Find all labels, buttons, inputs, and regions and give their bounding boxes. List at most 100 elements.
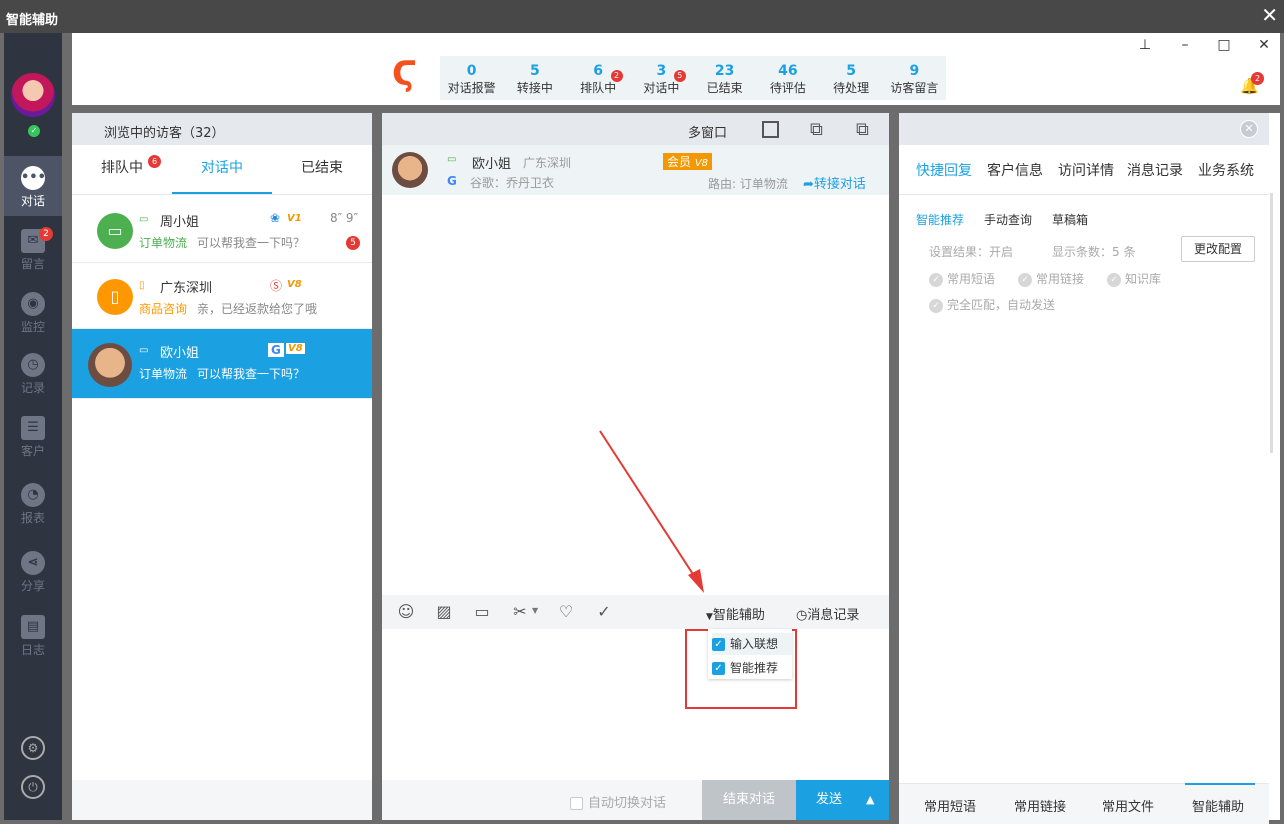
stat-transferring[interactable]: 5 转接中 [503, 56, 566, 100]
pc-device-icon: ▭ [139, 214, 149, 225]
subtab-smart-recommend[interactable]: 智能推荐 [916, 211, 964, 228]
stat-alert[interactable]: 0 对话报警 [440, 56, 503, 100]
tab-business-system[interactable]: 业务系统 [1198, 160, 1254, 180]
tab-message-records[interactable]: 消息记录 [1127, 160, 1183, 180]
subtab-manual-query[interactable]: 手动查询 [984, 211, 1032, 228]
screenshot-scissors-icon[interactable]: ✂ [510, 602, 530, 622]
change-config-button[interactable]: 更改配置 [1181, 236, 1255, 262]
sidebar-item-log[interactable]: ▤ 日志 [4, 605, 62, 665]
triple-window-icon[interactable]: ⧉ [856, 119, 869, 140]
list-item[interactable]: ▯ ▯ 广东深圳 Ⓢ V8 商品咨询 亲，已经返款给您了哦 [72, 264, 372, 329]
clipboard-icon: ▤ [21, 615, 45, 639]
scrollbar-thumb[interactable] [1270, 193, 1273, 453]
tab-ended[interactable]: 已结束 [272, 145, 372, 194]
list-item[interactable]: ▭ 欧小姐 G V8 订单物流 可以帮我查一下吗？ [72, 329, 372, 399]
smart-assist-toggle[interactable]: ▼智能辅助 [706, 604, 765, 623]
end-chat-button[interactable]: 结束对话 [702, 780, 796, 820]
stat-pending[interactable]: 5 待处理 [820, 56, 883, 100]
subtab-drafts[interactable]: 草稿箱 [1052, 211, 1088, 228]
avatar[interactable] [11, 73, 55, 117]
emoji-icon[interactable]: ☺ [396, 602, 416, 622]
tab-common-links[interactable]: 常用链接 [1014, 796, 1066, 815]
assist-bottom-tabs: 常用短语 常用链接 常用文件 智能辅助 [899, 783, 1269, 824]
notification-bell-icon[interactable]: 🔔 2 [1240, 72, 1264, 97]
scrollbar[interactable] [1269, 113, 1280, 820]
sidebar-item-label: 分享 [20, 579, 45, 593]
evaluate-check-icon[interactable]: ✓ [594, 602, 614, 622]
title-bar: 智能辅助 ✕ [0, 0, 1284, 33]
assist-panel: ✕ 快捷回复 客户信息 访问详情 消息记录 业务系统 智能推荐 手动查询 草稿箱… [899, 113, 1269, 824]
baidu-icon: ❀ [270, 211, 281, 225]
chat-visitor-location: 广东深圳 [523, 156, 572, 170]
single-window-icon[interactable] [762, 121, 779, 138]
minimize-button[interactable]: – [1176, 37, 1194, 53]
stat-to-evaluate[interactable]: 46 待评估 [756, 56, 819, 100]
sidebar-item-monitor[interactable]: ◉ 监控 [4, 282, 62, 342]
tab-queue[interactable]: 排队中 6 [72, 145, 172, 194]
option-exact-match[interactable]: ✓ 完全匹配，自动发送 [929, 296, 1055, 313]
folder-icon[interactable]: ▭ [472, 602, 492, 622]
send-button[interactable]: 发送 ▲ [796, 780, 889, 820]
pc-device-icon: ▭ [447, 154, 457, 165]
notification-badge: 2 [1251, 72, 1264, 85]
tab-quick-reply[interactable]: 快捷回复 [916, 160, 972, 180]
sidebar-item-label: 留言 [20, 257, 45, 271]
vip-badge: V8 [287, 279, 302, 290]
tab-in-chat[interactable]: 对话中 [172, 145, 272, 194]
auto-switch-checkbox[interactable]: 自动切换对话 [570, 792, 666, 811]
close-window-button[interactable]: ✕ [1261, 4, 1278, 26]
visitor-panel-header: 浏览中的访客（32） [72, 113, 372, 145]
visitor-panel: 浏览中的访客（32） 排队中 6 对话中 已结束 ▭ ▭ 周小姐 ❀ V1 8″ … [72, 113, 372, 820]
sidebar-item-share[interactable]: ⋖ 分享 [4, 541, 62, 601]
stat-visitor-message[interactable]: 9 访客留言 [883, 56, 946, 100]
google-icon: G [268, 343, 284, 357]
visitor-message: 亲，已经返款给您了哦 [197, 302, 318, 316]
close-panel-icon[interactable]: ✕ [1240, 120, 1258, 138]
option-common-links[interactable]: ✓ 常用链接 [1018, 270, 1084, 287]
transfer-chat-button[interactable]: ➦转接对话 [803, 173, 866, 192]
pin-icon[interactable]: ⊥ [1136, 37, 1154, 53]
sidebar-item-label: 记录 [20, 381, 45, 395]
maximize-button[interactable]: □ [1215, 37, 1233, 53]
option-knowledge-base[interactable]: ✓ 知识库 [1107, 270, 1161, 287]
message-history-button[interactable]: ◷消息记录 [796, 604, 859, 623]
sidebar-item-reports[interactable]: ◔ 报表 [4, 473, 62, 533]
tab-common-phrases[interactable]: 常用短语 [924, 796, 976, 815]
window-title: 智能辅助 [6, 13, 59, 28]
image-icon[interactable]: ▨ [434, 602, 454, 622]
sidebar-item-message[interactable]: ✉ 留言 2 [4, 219, 62, 279]
share-icon: ⋖ [21, 551, 45, 575]
tab-customer-info[interactable]: 客户信息 [987, 160, 1043, 180]
google-icon: G [447, 174, 457, 188]
settings-gear-icon[interactable]: ⚙ [21, 736, 45, 760]
option-common-phrases[interactable]: ✓ 常用短语 [929, 270, 995, 287]
queue-badge: 2 [610, 70, 623, 82]
visitor-panel-footer [72, 780, 372, 820]
menu-item-input-suggest[interactable]: ✓ 输入联想 [712, 633, 792, 655]
stat-in-chat[interactable]: 3 对话中 5 [630, 56, 693, 100]
stat-queue[interactable]: 6 排队中 2 [567, 56, 630, 100]
double-window-icon[interactable]: ⧉ [810, 119, 823, 140]
stat-ended[interactable]: 23 已结束 [693, 56, 756, 100]
send-options-arrow-icon[interactable]: ▲ [866, 780, 874, 820]
setting-result: 设置结果：开启 [929, 245, 1014, 259]
sidebar: ✓ ••• 对话 ✉ 留言 2 ◉ 监控 ◷ 记录 ☰ 客户 ◔ 报表 ⋖ 分享… [4, 33, 62, 820]
transfer-arrow-icon: ➦ [803, 177, 814, 192]
app-logo-icon: Ϛ [392, 54, 417, 94]
sidebar-item-records[interactable]: ◷ 记录 [4, 343, 62, 403]
menu-item-smart-recommend[interactable]: ✓ 智能推荐 [712, 657, 792, 679]
check-circle-icon: ✓ [929, 298, 943, 313]
power-icon[interactable]: ⏻ [21, 775, 45, 799]
sidebar-item-customers[interactable]: ☰ 客户 [4, 406, 62, 466]
visitor-name: 广东深圳 [160, 281, 213, 296]
list-item[interactable]: ▭ ▭ 周小姐 ❀ V1 8″ 9″ 订单物流 可以帮我查一下吗？ 5 [72, 198, 372, 263]
tab-smart-assist[interactable]: 智能辅助 [1192, 796, 1244, 815]
close-button[interactable]: ✕ [1255, 37, 1273, 53]
check-circle-icon: ✓ [929, 272, 943, 287]
sidebar-item-chat[interactable]: ••• 对话 [4, 156, 62, 216]
chevron-down-icon[interactable]: ▼ [532, 606, 538, 615]
tab-visit-detail[interactable]: 访问详情 [1058, 160, 1114, 180]
visitor-name: 欧小姐 [160, 346, 200, 361]
heart-icon[interactable]: ♡ [556, 602, 576, 622]
tab-common-files[interactable]: 常用文件 [1102, 796, 1154, 815]
